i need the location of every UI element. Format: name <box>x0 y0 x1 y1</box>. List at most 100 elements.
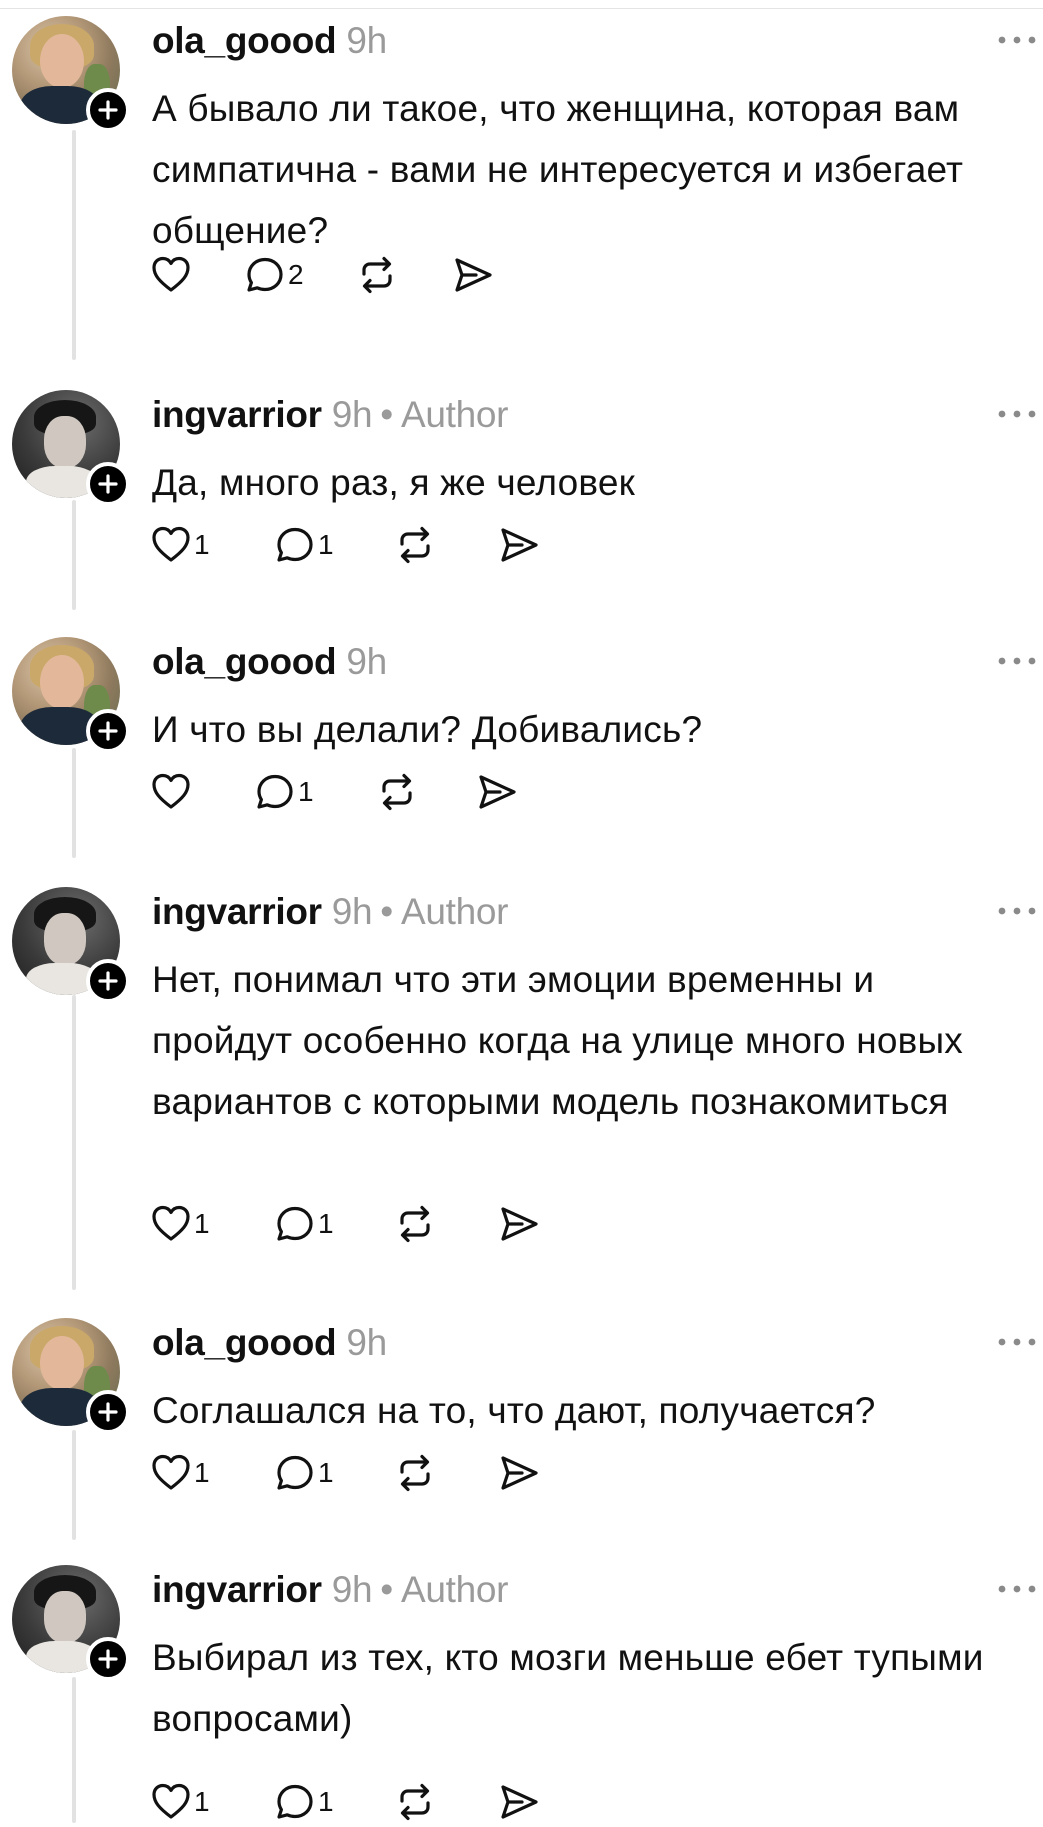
heart-icon <box>152 1205 190 1241</box>
repost-button[interactable] <box>394 520 498 570</box>
comment-icon <box>257 774 293 809</box>
avatar-container[interactable] <box>12 390 130 506</box>
plus-icon <box>98 721 118 741</box>
post-header: ingvarrior 9h • Author <box>152 891 508 933</box>
more-icon[interactable] <box>995 404 1039 424</box>
thread-line <box>72 1677 76 1823</box>
repost-button[interactable] <box>394 1448 498 1498</box>
repost-icon <box>362 256 392 294</box>
plus-icon <box>98 971 118 991</box>
reply-count: 1 <box>318 1208 334 1239</box>
send-icon <box>501 1785 538 1819</box>
follow-button[interactable] <box>86 1637 130 1681</box>
repost-icon <box>400 526 430 564</box>
comment-icon <box>277 1206 313 1241</box>
timestamp: 9h <box>346 1322 387 1363</box>
like-button[interactable] <box>150 250 244 300</box>
repost-button[interactable] <box>376 767 476 817</box>
more-icon[interactable] <box>995 1332 1039 1352</box>
separator-dot: • <box>380 1569 393 1610</box>
follow-button[interactable] <box>86 709 130 753</box>
like-button[interactable] <box>150 767 254 817</box>
like-count: 1 <box>194 1457 210 1488</box>
more-icon[interactable] <box>995 30 1039 50</box>
reply-button[interactable]: 1 <box>274 1199 394 1249</box>
post-text: Соглашался на то, что дают, получается? <box>152 1390 876 1431</box>
plus-icon <box>98 100 118 120</box>
like-count: 1 <box>194 1208 210 1239</box>
thread-line <box>72 748 76 858</box>
username[interactable]: ingvarrior <box>152 394 322 435</box>
follow-button[interactable] <box>86 462 130 506</box>
follow-button[interactable] <box>86 1390 130 1434</box>
reply-button[interactable]: 1 <box>274 1448 394 1498</box>
post-actions: 1 <box>150 767 536 817</box>
post-text: Нет, понимал что эти эмоции временны и п… <box>152 959 964 1122</box>
author-label: Author <box>400 1569 509 1610</box>
comment-icon <box>247 257 283 292</box>
like-button[interactable]: 1 <box>150 1448 274 1498</box>
username[interactable]: ingvarrior <box>152 1569 322 1610</box>
reply-button[interactable]: 2 <box>244 250 356 300</box>
send-icon <box>501 528 538 562</box>
reply-button[interactable]: 1 <box>274 1777 394 1827</box>
more-icon[interactable] <box>995 651 1039 671</box>
post-text: Выбирал из тех, кто мозги меньше ебет ту… <box>152 1637 984 1739</box>
username[interactable]: ingvarrior <box>152 891 322 932</box>
reply-button[interactable]: 1 <box>274 520 394 570</box>
repost-icon <box>400 1205 430 1243</box>
avatar-container[interactable] <box>12 1565 130 1681</box>
timestamp: 9h <box>331 1569 373 1610</box>
thread-line <box>72 995 76 1290</box>
more-icon[interactable] <box>995 1579 1039 1599</box>
share-button[interactable] <box>452 250 512 300</box>
avatar-container[interactable] <box>12 637 130 753</box>
username[interactable]: ola_goood <box>152 1322 337 1363</box>
reply-count: 1 <box>298 776 314 807</box>
reply-count: 1 <box>318 1786 334 1817</box>
post-text: А бывало ли такое, что женщина, которая … <box>152 88 964 251</box>
author-label: Author <box>400 891 509 932</box>
reply-count: 1 <box>318 1457 334 1488</box>
share-button[interactable] <box>498 520 558 570</box>
share-button[interactable] <box>498 1199 558 1249</box>
plus-icon <box>98 474 118 494</box>
reply-count: 1 <box>318 529 334 560</box>
share-button[interactable] <box>498 1448 558 1498</box>
post-actions: 1 1 <box>150 1777 558 1827</box>
post-actions: 1 1 <box>150 520 558 570</box>
avatar-container[interactable] <box>12 16 130 132</box>
follow-button[interactable] <box>86 959 130 1003</box>
repost-button[interactable] <box>356 250 452 300</box>
reply-button[interactable]: 1 <box>254 767 376 817</box>
like-button[interactable]: 1 <box>150 1199 274 1249</box>
heart-icon <box>152 773 190 809</box>
heart-icon <box>152 256 190 292</box>
like-button[interactable]: 1 <box>150 520 274 570</box>
repost-button[interactable] <box>394 1199 498 1249</box>
author-label: Author <box>400 394 509 435</box>
separator-dot: • <box>380 394 393 435</box>
repost-icon <box>382 773 412 811</box>
post-actions: 1 1 <box>150 1448 558 1498</box>
follow-button[interactable] <box>86 88 130 132</box>
username[interactable]: ola_goood <box>152 20 337 61</box>
post-header: ingvarrior 9h • Author <box>152 394 508 436</box>
timestamp: 9h <box>331 394 373 435</box>
timestamp: 9h <box>331 891 373 932</box>
post-text: Да, много раз, я же человек <box>152 462 635 503</box>
thread-line <box>72 1430 76 1540</box>
heart-icon <box>152 1454 190 1490</box>
like-button[interactable]: 1 <box>150 1777 274 1827</box>
like-count: 1 <box>194 1786 210 1817</box>
share-button[interactable] <box>498 1777 558 1827</box>
repost-button[interactable] <box>394 1777 498 1827</box>
more-icon[interactable] <box>995 901 1039 921</box>
avatar-container[interactable] <box>12 1318 130 1434</box>
timestamp: 9h <box>346 20 387 61</box>
repost-icon <box>400 1454 430 1492</box>
avatar-container[interactable] <box>12 887 130 1003</box>
username[interactable]: ola_goood <box>152 641 337 682</box>
thread-line <box>72 130 76 360</box>
share-button[interactable] <box>476 767 536 817</box>
